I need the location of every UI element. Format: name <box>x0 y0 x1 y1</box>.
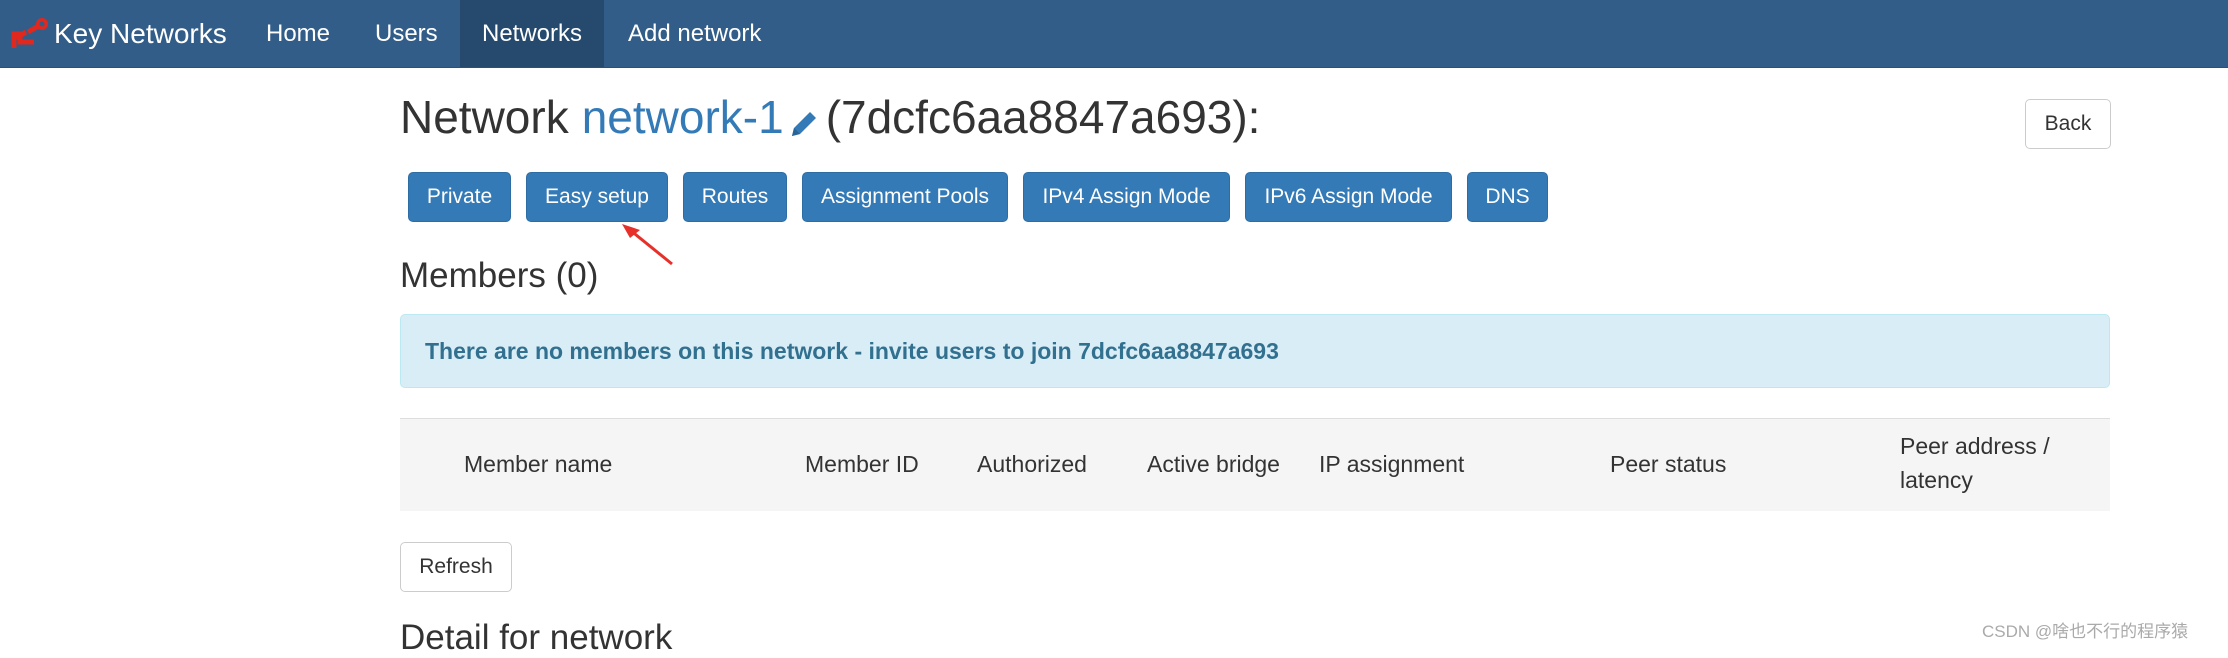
dns-button[interactable]: DNS <box>1467 172 1548 222</box>
members-table-header: Member name Member ID Authorized Active … <box>400 418 2110 511</box>
column-member-name[interactable]: Member name <box>464 447 612 481</box>
ipv6-assign-mode-button[interactable]: IPv6 Assign Mode <box>1245 172 1452 222</box>
watermark: CSDN @啥也不行的程序猿 <box>1982 622 2189 641</box>
detail-heading: Detail for network <box>400 618 673 657</box>
column-member-id[interactable]: Member ID <box>805 447 919 481</box>
assignment-pools-button[interactable]: Assignment Pools <box>802 172 1008 222</box>
routes-button[interactable]: Routes <box>683 172 787 222</box>
column-latency[interactable]: latency <box>1900 463 1973 497</box>
column-peer-address[interactable]: Peer address / <box>1900 429 2050 463</box>
no-members-alert: There are no members on this network - i… <box>400 314 2110 388</box>
members-heading: Members (0) <box>400 256 599 295</box>
nav-networks[interactable]: Networks <box>460 0 605 67</box>
red-arrow-icon <box>622 224 673 266</box>
ipv4-assign-mode-button[interactable]: IPv4 Assign Mode <box>1023 172 1230 222</box>
network-name-link[interactable]: network-1 <box>582 90 784 144</box>
back-button[interactable]: Back <box>2025 99 2111 149</box>
page-title: Network network-1 (7dcfc6aa8847a693): <box>400 90 1260 144</box>
no-members-message: There are no members on this network - i… <box>425 337 1279 364</box>
private-button[interactable]: Private <box>408 172 511 222</box>
nav-users[interactable]: Users <box>353 0 460 67</box>
column-active-bridge[interactable]: Active bridge <box>1147 447 1280 481</box>
title-prefix: Network <box>400 91 569 143</box>
nav-add-network[interactable]: Add network <box>606 0 783 67</box>
refresh-button[interactable]: Refresh <box>400 542 512 592</box>
column-ip-assignment[interactable]: IP assignment <box>1319 447 1464 481</box>
pencil-icon[interactable] <box>786 99 822 136</box>
brand-link[interactable]: Key Networks <box>10 0 227 68</box>
key-logo-icon <box>10 14 50 54</box>
brand-label: Key Networks <box>54 18 227 49</box>
nav-home[interactable]: Home <box>244 0 352 67</box>
column-peer-status[interactable]: Peer status <box>1610 447 1726 481</box>
top-navbar: Key Networks Home Users Networks Add net… <box>0 0 2228 68</box>
column-authorized[interactable]: Authorized <box>977 447 1087 481</box>
network-id: (7dcfc6aa8847a693): <box>825 91 1261 143</box>
easy-setup-button[interactable]: Easy setup <box>526 172 668 222</box>
